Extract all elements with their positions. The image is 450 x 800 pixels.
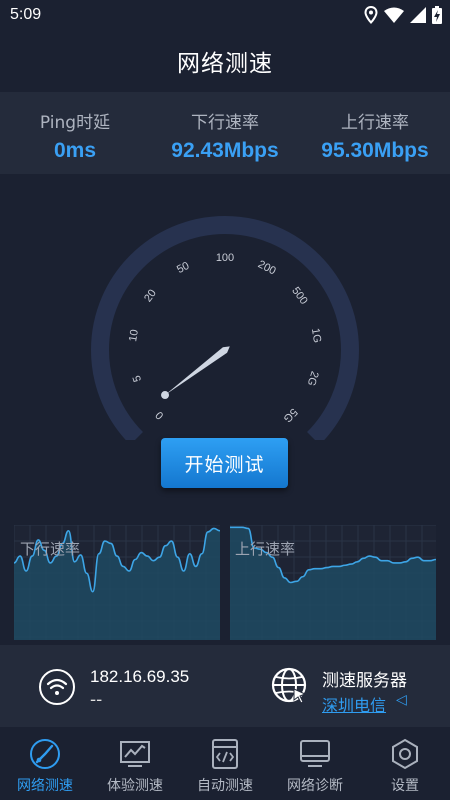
upload-chart: 上行速率: [230, 525, 436, 640]
gauge-tick-label: 200: [256, 258, 278, 277]
code-file-icon: [212, 739, 238, 769]
gauge-tick-label: 1G: [309, 327, 323, 343]
start-test-button[interactable]: 开始测试: [161, 438, 288, 488]
server-caret-icon[interactable]: ◁: [396, 692, 407, 708]
tab-auto-test-label: 自动测速: [197, 778, 253, 794]
monitor-icon: [300, 740, 330, 767]
server-title: 测速服务器: [322, 671, 407, 691]
upload-chart-label: 上行速率: [235, 540, 296, 558]
stat-download-value: 92.43Mbps: [171, 139, 279, 162]
gauge-tick-label: 20: [142, 287, 159, 304]
gauge-tick-label: 10: [127, 329, 141, 343]
globe-cursor-icon: [271, 667, 307, 704]
gauge-needle-tip: [161, 391, 170, 400]
stat-upload-label: 上行速率: [341, 113, 409, 133]
stats-bar: Ping时延 0ms 下行速率 92.43Mbps 上行速率 95.30Mbps: [0, 92, 450, 174]
battery-charging-icon: [432, 6, 442, 24]
speedometer-icon: [30, 739, 60, 769]
page-title: 网络测速: [177, 51, 273, 77]
gauge-tick-label: 100: [216, 252, 234, 264]
gauge-tick-label: 2G: [305, 370, 321, 388]
gauge-tick-label: 5: [131, 374, 144, 384]
gauge-tick-label: 5G: [281, 406, 300, 425]
download-chart: 下行速率: [14, 525, 220, 640]
gauge-needle: [165, 346, 230, 396]
speed-gauge: 0 5 10 20 50 100 200 500 1G 2G 5G: [91, 216, 359, 440]
wifi-circle-icon: [39, 669, 75, 705]
gauge-tick-label: 50: [175, 260, 191, 276]
stat-download: 下行速率 92.43Mbps: [150, 92, 300, 174]
stat-download-label: 下行速率: [191, 113, 259, 133]
tab-speed-test[interactable]: 网络测速: [0, 728, 90, 800]
tab-settings-label: 设置: [391, 778, 419, 794]
download-chart-label: 下行速率: [20, 540, 81, 558]
gauge-tick-label: 500: [289, 285, 309, 307]
tab-experience-test-label: 体验测速: [107, 778, 163, 794]
stat-upload: 上行速率 95.30Mbps: [300, 92, 450, 174]
ip-address: 182.16.69.35: [90, 667, 190, 686]
tab-network-diagnosis-label: 网络诊断: [287, 778, 343, 794]
tab-network-diagnosis[interactable]: 网络诊断: [270, 728, 360, 800]
tab-speed-test-label: 网络测速: [17, 778, 73, 794]
chart-monitor-icon: [120, 741, 150, 767]
wifi-icon: [384, 7, 404, 23]
bottom-tab-bar: 网络测速 体验测速 自动测速 网络诊断 设置: [0, 728, 450, 800]
location-icon: [364, 6, 378, 24]
tab-settings[interactable]: 设置: [360, 728, 450, 800]
stat-upload-value: 95.30Mbps: [321, 139, 429, 162]
ip-sub: --: [90, 690, 103, 710]
status-bar: 5:09: [0, 0, 450, 32]
gauge-tick-label: 0: [153, 409, 166, 422]
signal-icon: [410, 7, 426, 23]
tab-auto-test[interactable]: 自动测速: [180, 728, 270, 800]
status-icons: [364, 6, 442, 24]
hexagon-settings-icon: [392, 738, 418, 770]
server-select-link[interactable]: 深圳电信: [322, 692, 386, 716]
stat-ping-label: Ping时延: [39, 113, 111, 133]
stat-ping-value: 0ms: [53, 139, 97, 162]
status-time: 5:09: [10, 6, 42, 23]
tab-experience-test[interactable]: 体验测速: [90, 728, 180, 800]
stat-ping: Ping时延 0ms: [0, 92, 150, 174]
